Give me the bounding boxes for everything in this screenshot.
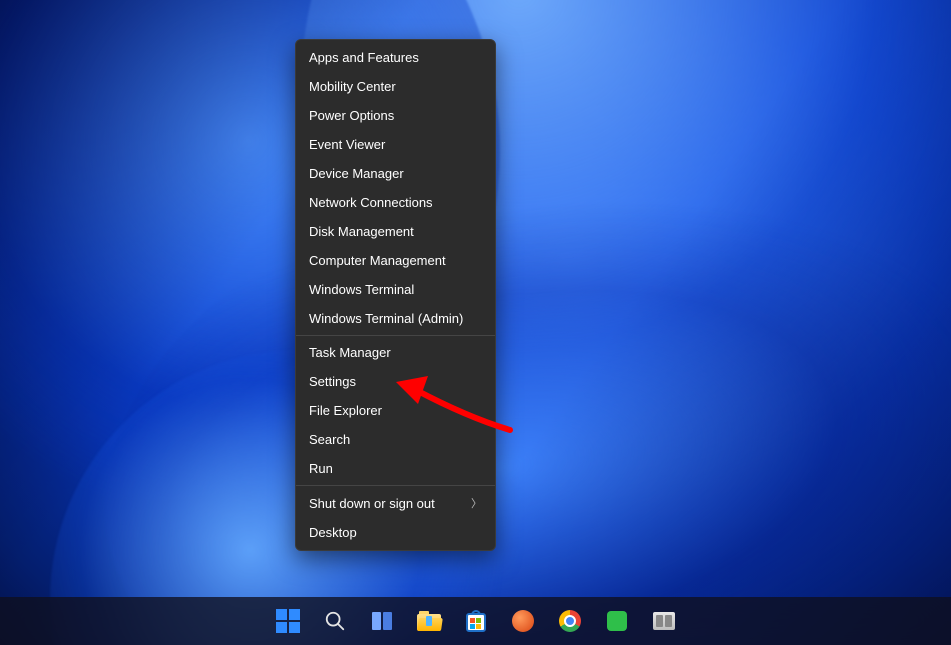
menu-item-event-viewer[interactable]: Event Viewer	[296, 130, 495, 159]
menu-item-label: Mobility Center	[309, 79, 396, 94]
winx-context-menu: Apps and Features Mobility Center Power …	[295, 39, 496, 551]
menu-item-label: Apps and Features	[309, 50, 419, 65]
menu-item-power-options[interactable]: Power Options	[296, 101, 495, 130]
grey-app-icon	[652, 609, 676, 633]
ubuntu-icon	[511, 609, 535, 633]
search-button[interactable]	[315, 601, 355, 641]
menu-item-label: Disk Management	[309, 224, 414, 239]
menu-item-windows-terminal[interactable]: Windows Terminal	[296, 275, 495, 304]
search-icon	[323, 609, 347, 633]
menu-separator	[296, 335, 495, 336]
menu-item-label: Event Viewer	[309, 137, 385, 152]
menu-item-search[interactable]: Search	[296, 425, 495, 454]
menu-item-label: Windows Terminal (Admin)	[309, 311, 463, 326]
menu-item-label: File Explorer	[309, 403, 382, 418]
pinned-app-ubuntu[interactable]	[503, 601, 543, 641]
menu-item-run[interactable]: Run	[296, 454, 495, 483]
menu-item-device-manager[interactable]: Device Manager	[296, 159, 495, 188]
menu-item-shut-down-or-sign-out[interactable]: Shut down or sign out 〉	[296, 488, 495, 518]
pinned-app-chrome[interactable]	[550, 601, 590, 641]
menu-item-label: Computer Management	[309, 253, 446, 268]
menu-item-label: Power Options	[309, 108, 394, 123]
desktop-wallpaper[interactable]: Apps and Features Mobility Center Power …	[0, 0, 951, 645]
menu-item-label: Windows Terminal	[309, 282, 414, 297]
menu-item-task-manager[interactable]: Task Manager	[296, 338, 495, 367]
file-explorer-icon	[417, 609, 441, 633]
task-view-icon	[370, 609, 394, 633]
menu-item-label: Settings	[309, 374, 356, 389]
menu-item-apps-and-features[interactable]: Apps and Features	[296, 43, 495, 72]
menu-separator	[296, 485, 495, 486]
menu-item-desktop[interactable]: Desktop	[296, 518, 495, 547]
menu-item-label: Task Manager	[309, 345, 391, 360]
chrome-icon	[558, 609, 582, 633]
pinned-app-green[interactable]	[597, 601, 637, 641]
chevron-right-icon: 〉	[471, 495, 482, 511]
taskbar	[0, 597, 951, 645]
menu-item-label: Run	[309, 461, 333, 476]
task-view-button[interactable]	[362, 601, 402, 641]
windows-start-icon	[276, 609, 300, 633]
menu-item-label: Device Manager	[309, 166, 404, 181]
menu-item-computer-management[interactable]: Computer Management	[296, 246, 495, 275]
start-button[interactable]	[268, 601, 308, 641]
file-explorer-button[interactable]	[409, 601, 449, 641]
menu-item-windows-terminal-admin[interactable]: Windows Terminal (Admin)	[296, 304, 495, 333]
menu-item-network-connections[interactable]: Network Connections	[296, 188, 495, 217]
menu-item-label: Search	[309, 432, 350, 447]
menu-item-mobility-center[interactable]: Mobility Center	[296, 72, 495, 101]
microsoft-store-icon	[464, 609, 488, 633]
menu-item-label: Desktop	[309, 525, 357, 540]
menu-item-settings[interactable]: Settings	[296, 367, 495, 396]
menu-item-disk-management[interactable]: Disk Management	[296, 217, 495, 246]
pinned-app-grey[interactable]	[644, 601, 684, 641]
green-app-icon	[605, 609, 629, 633]
microsoft-store-button[interactable]	[456, 601, 496, 641]
menu-item-label: Shut down or sign out	[309, 496, 435, 511]
menu-item-label: Network Connections	[309, 195, 433, 210]
menu-item-file-explorer[interactable]: File Explorer	[296, 396, 495, 425]
